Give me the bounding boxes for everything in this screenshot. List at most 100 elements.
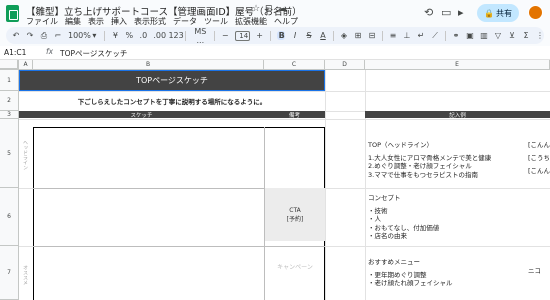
share-label: 共有 bbox=[495, 8, 512, 18]
header-sketch[interactable]: スケッチ bbox=[19, 111, 264, 119]
example-headline-title: TOP（ヘッドライン） bbox=[368, 141, 434, 149]
side-label-headline: ヘッドライン bbox=[22, 140, 28, 170]
lock-icon: 🔒 bbox=[484, 8, 494, 18]
merge-cells-icon[interactable]: ⊟ bbox=[368, 31, 376, 40]
cta-reserve-label: [予約] bbox=[286, 215, 304, 223]
sheet-banner-title[interactable]: TOPページスケッチ bbox=[19, 70, 325, 91]
row-header-6[interactable]: 6 bbox=[0, 188, 19, 246]
example-concept-line: ・おもてなし、付加価値 bbox=[368, 223, 440, 232]
text-color-button[interactable]: A bbox=[319, 31, 327, 40]
star-icon[interactable]: ☆ bbox=[252, 4, 260, 14]
increase-decimal-button[interactable]: .00 bbox=[153, 31, 166, 40]
align-center-icon[interactable]: ≡ bbox=[389, 31, 397, 40]
menu-extensions[interactable]: 拡張機能 bbox=[235, 16, 267, 27]
print-icon[interactable]: ⎙ bbox=[40, 31, 48, 41]
overflow-text: [こうち bbox=[528, 154, 550, 162]
bold-button[interactable]: B bbox=[276, 31, 285, 40]
cta-label: CTA bbox=[289, 206, 301, 214]
decrease-decimal-button[interactable]: .0 bbox=[139, 31, 148, 40]
column-header-b[interactable]: B bbox=[33, 60, 264, 70]
name-box[interactable]: A1:C1 bbox=[4, 48, 26, 57]
column-header-a[interactable]: A bbox=[19, 60, 33, 70]
functions-icon[interactable]: Σ bbox=[522, 31, 530, 40]
gridline bbox=[19, 119, 550, 120]
example-headline[interactable]: TOP（ヘッドライン） 1.大人女性にアロマ骨格メンテで美と健康 2.めぐり調整… bbox=[368, 141, 491, 179]
menu-bar: ファイル 編集 表示 挿入 表示形式 データ ツール 拡張機能 ヘルプ bbox=[26, 16, 298, 27]
divider bbox=[382, 30, 383, 41]
formula-bar: A1:C1 fx TOPページスケッチ bbox=[0, 46, 550, 60]
example-headline-line: 1.大人女性にアロマ骨格メンテで美と健康 bbox=[368, 153, 492, 162]
divider bbox=[333, 30, 334, 41]
fill-color-icon[interactable]: ◈ bbox=[340, 31, 348, 40]
divider bbox=[214, 30, 216, 41]
zoom-select[interactable]: 100% bbox=[68, 31, 91, 40]
column-header-d[interactable]: D bbox=[325, 60, 365, 70]
spreadsheet-grid[interactable]: A B C D E 1 2 3 5 6 7 TOPページスケッチ 下ごしらえした… bbox=[0, 60, 550, 300]
menu-file[interactable]: ファイル bbox=[26, 16, 58, 27]
font-select[interactable]: MS ... bbox=[192, 27, 208, 45]
toolbar: ↶ ↷ ⎙ ⌐ 100% ▾ ¥ % .0 .00 123 MS ... − 1… bbox=[6, 27, 544, 45]
chart-icon[interactable]: ▥ bbox=[480, 31, 488, 40]
currency-button[interactable]: ¥ bbox=[111, 31, 119, 40]
column-header-e[interactable]: E bbox=[365, 60, 550, 70]
paint-format-icon[interactable]: ⌐ bbox=[54, 31, 62, 40]
example-concept-line: ・店名の由来 bbox=[368, 232, 407, 240]
folder-icon[interactable]: ⊡ bbox=[265, 4, 273, 14]
gridline bbox=[325, 70, 326, 300]
cloud-icon[interactable]: ☁ bbox=[278, 4, 287, 14]
undo-icon[interactable]: ↶ bbox=[12, 31, 20, 40]
comment-icon[interactable]: ▭ bbox=[441, 6, 451, 19]
overflow-text: ニコ bbox=[528, 267, 541, 275]
example-concept-line: ・技術 bbox=[368, 206, 388, 215]
row-header-3[interactable]: 3 bbox=[0, 111, 19, 119]
meet-icon[interactable]: ▸ bbox=[458, 6, 464, 19]
menu-data[interactable]: データ bbox=[173, 16, 197, 27]
menu-view[interactable]: 表示 bbox=[88, 16, 104, 27]
text-rotate-icon[interactable]: ⟋ bbox=[431, 31, 439, 41]
overflow-text: [こんん bbox=[528, 141, 550, 149]
italic-button[interactable]: I bbox=[291, 31, 299, 40]
vertical-align-icon[interactable]: ⊥ bbox=[403, 31, 411, 40]
example-menu[interactable]: おすすめメニュー ・更年期めぐり調整 ・老け顔たれ顔フェイシャル bbox=[368, 258, 453, 288]
number-format-button[interactable]: 123 bbox=[168, 31, 183, 40]
link-icon[interactable]: ⚭ bbox=[452, 31, 460, 40]
filter-views-icon[interactable]: ⊻ bbox=[508, 31, 516, 40]
menu-edit[interactable]: 編集 bbox=[65, 16, 81, 27]
header-notes[interactable]: 備考 bbox=[264, 111, 325, 119]
sheets-logo-icon[interactable] bbox=[6, 5, 19, 22]
menu-format[interactable]: 表示形式 bbox=[134, 16, 166, 27]
cta-cell[interactable]: CTA [予約] bbox=[265, 188, 325, 241]
example-concept[interactable]: コンセプト ・技術 ・人 ・おもてなし、付加価値 ・店名の由来 bbox=[368, 194, 439, 241]
strikethrough-button[interactable]: S bbox=[305, 31, 313, 40]
column-header-c[interactable]: C bbox=[264, 60, 325, 70]
select-all-corner[interactable] bbox=[0, 60, 19, 70]
comment-add-icon[interactable]: ▣ bbox=[466, 31, 474, 40]
avatar[interactable] bbox=[528, 5, 543, 20]
menu-insert[interactable]: 挿入 bbox=[111, 16, 127, 27]
percent-button[interactable]: % bbox=[125, 31, 134, 40]
formula-input[interactable]: TOPページスケッチ bbox=[60, 48, 127, 59]
share-button[interactable]: 🔒 共有 bbox=[477, 4, 519, 22]
sheet-subtitle[interactable]: 下ごしらえしたコンセプトを丁寧に説明する場所になるように。 bbox=[19, 91, 325, 110]
text-wrap-icon[interactable]: ↵ bbox=[417, 31, 425, 40]
chevron-down-icon[interactable]: ▾ bbox=[90, 31, 98, 40]
borders-icon[interactable]: ⊞ bbox=[354, 31, 362, 40]
header-example[interactable]: 記入例 bbox=[365, 111, 550, 119]
fx-icon: fx bbox=[46, 47, 54, 56]
row-header-1[interactable]: 1 bbox=[0, 70, 19, 91]
redo-icon[interactable]: ↷ bbox=[26, 31, 34, 40]
example-concept-title: コンセプト bbox=[368, 194, 401, 202]
row-header-7[interactable]: 7 bbox=[0, 246, 19, 300]
font-size-input[interactable]: 14 bbox=[235, 30, 250, 41]
row-header-5[interactable]: 5 bbox=[0, 119, 19, 188]
font-size-decrease-button[interactable]: − bbox=[221, 31, 229, 40]
campaign-label[interactable]: キャンペーン bbox=[265, 262, 325, 271]
divider bbox=[185, 30, 187, 41]
menu-tools[interactable]: ツール bbox=[204, 16, 228, 27]
more-icon[interactable]: ⋮ bbox=[536, 31, 544, 40]
row-header-2[interactable]: 2 bbox=[0, 91, 19, 111]
font-size-increase-button[interactable]: + bbox=[256, 31, 264, 40]
history-icon[interactable]: ⟲ bbox=[424, 6, 433, 19]
filter-icon[interactable]: ▽ bbox=[494, 31, 502, 40]
menu-help[interactable]: ヘルプ bbox=[274, 16, 298, 27]
